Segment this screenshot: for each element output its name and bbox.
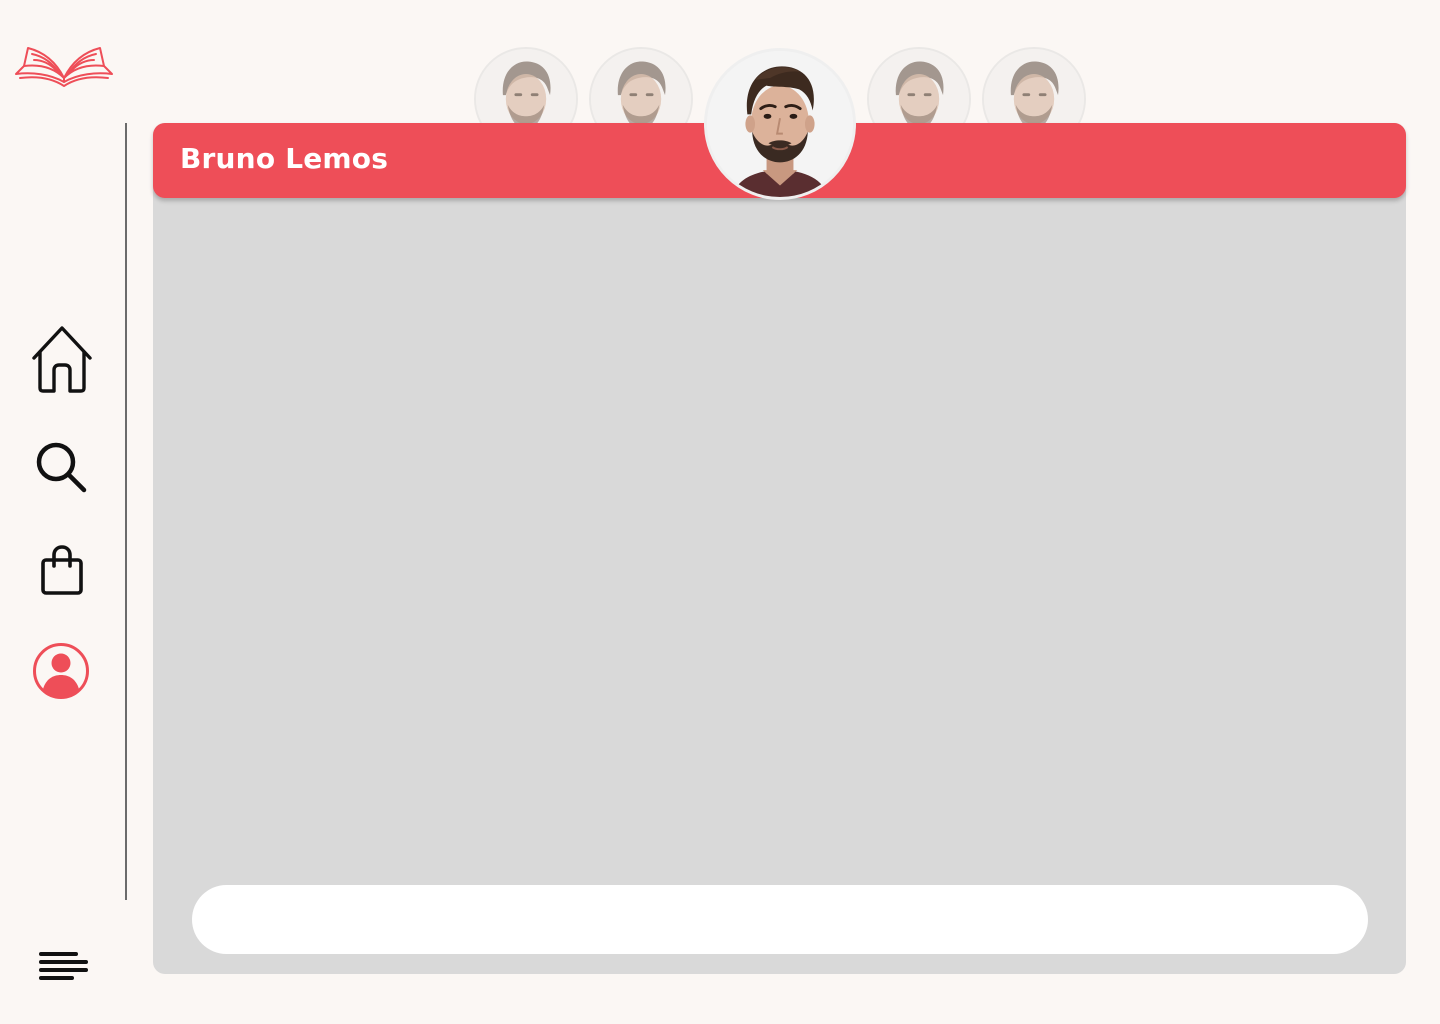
search-icon[interactable]: [34, 440, 88, 494]
sidebar-divider: [125, 123, 127, 900]
home-icon[interactable]: [26, 324, 98, 394]
message-input[interactable]: [192, 885, 1368, 954]
user-profile-icon[interactable]: [32, 642, 90, 700]
menu-icon[interactable]: [38, 948, 90, 980]
shopping-bag-icon[interactable]: [40, 544, 84, 596]
active-contact-avatar[interactable]: [704, 48, 856, 200]
app-root: Bruno Lemos: [0, 0, 1440, 1024]
chat-panel: [153, 123, 1406, 974]
open-book-logo-icon[interactable]: [14, 40, 114, 90]
chat-contact-name: Bruno Lemos: [180, 142, 389, 175]
